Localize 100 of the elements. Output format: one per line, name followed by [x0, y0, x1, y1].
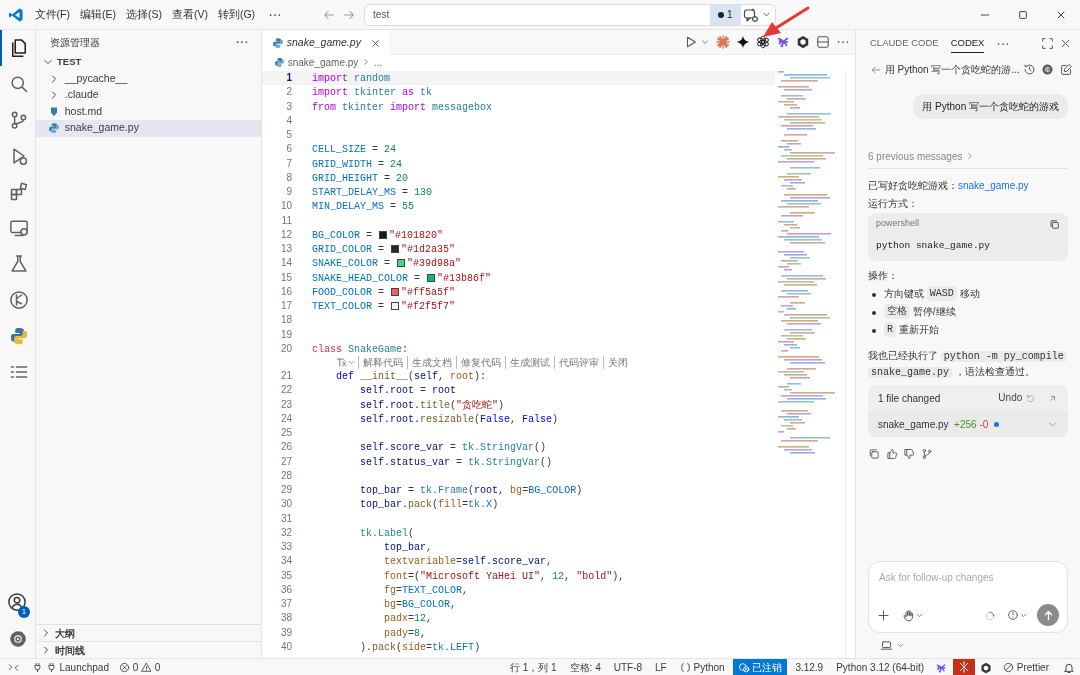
code-text: import tkinter as tk [312, 87, 433, 99]
caret-icon[interactable] [699, 37, 710, 47]
section-header[interactable]: 大纲 [36, 624, 261, 641]
color-swatch[interactable] [391, 287, 400, 296]
inline-code: snake_game.py [868, 366, 952, 378]
split-layout-icon[interactable] [815, 35, 830, 49]
hand-icon[interactable] [901, 608, 915, 622]
thumbs-down-icon[interactable] [903, 448, 915, 461]
status-item[interactable]: 3.12.9 [790, 658, 829, 675]
file-name[interactable]: snake_game.py [878, 416, 949, 432]
code-text: top_bar = tk.Frame(root, bg=BG_COLOR) [360, 485, 583, 496]
menu-item[interactable]: 选择(S) [120, 4, 167, 25]
line-number: 31 [279, 511, 292, 526]
branch-icon[interactable] [920, 448, 933, 461]
file-tree-item[interactable]: host.md [36, 103, 261, 120]
problems-button[interactable]: 0 0 [114, 658, 166, 675]
line-number: 3 [285, 99, 292, 114]
line-number: 1 [285, 71, 292, 85]
removed-count: -0 [979, 417, 989, 432]
line-number: 17 [279, 299, 292, 313]
copy-icon[interactable] [868, 448, 880, 461]
caret-icon[interactable] [895, 641, 905, 650]
codelens-link[interactable]: 修复代码 [456, 356, 505, 369]
extensions-icon [9, 182, 29, 202]
color-swatch[interactable] [379, 230, 388, 239]
command-center[interactable]: test 1 [364, 3, 777, 26]
status-item[interactable]: 行 1，列 1 [504, 658, 562, 675]
close-icon[interactable] [369, 37, 381, 49]
color-swatch[interactable] [391, 245, 400, 253]
folder-header[interactable]: TEST [36, 54, 261, 71]
codelens-link[interactable]: 关闭 [603, 356, 632, 369]
python-file-icon [48, 122, 60, 135]
line-number: 15 [279, 270, 292, 285]
status-item[interactable]: 空格: 4 [564, 658, 606, 675]
status-item[interactable]: LF [650, 658, 672, 675]
breadcrumb-item[interactable]: ... [373, 54, 383, 70]
line-number: 37 [279, 597, 292, 611]
hexagon-icon[interactable] [980, 661, 993, 674]
color-swatch[interactable] [391, 302, 400, 310]
add-icon[interactable] [877, 608, 890, 622]
account-icon[interactable] [7, 591, 27, 612]
fullscreen-icon[interactable] [1040, 37, 1054, 51]
source-control-icon [9, 110, 29, 130]
editor-tab[interactable]: snake_game.py [262, 30, 389, 55]
file-tree-item[interactable]: __pycache__ [36, 70, 261, 87]
color-swatch[interactable] [397, 259, 406, 268]
formatter-button[interactable]: Prettier [998, 658, 1054, 675]
reply-text: 方向键或 [884, 286, 924, 301]
panel-tab[interactable]: CODEX [950, 34, 985, 54]
menu-item[interactable]: 编辑(E) [74, 4, 121, 25]
code-text: tk.Label( [360, 527, 415, 539]
status-item[interactable]: Python 3.12 (64-bit) [831, 658, 929, 675]
line-number: 23 [279, 397, 292, 412]
settings-icon[interactable] [1041, 63, 1055, 76]
codelens-link[interactable]: 解释代码 [358, 356, 407, 369]
undo-button[interactable]: Undo [998, 393, 1035, 404]
code-text: textvariable=self.score_var, [384, 556, 553, 568]
changes-indicator[interactable]: 1 [710, 4, 741, 25]
knot-icon[interactable] [755, 35, 770, 49]
breadcrumb-item[interactable]: snake_game.py [274, 54, 359, 70]
file-link[interactable]: snake_game.py [958, 179, 1029, 191]
asterisk-icon[interactable] [715, 35, 730, 49]
message-input[interactable]: Ask for follow-up changes [877, 568, 1059, 596]
file-tree-item[interactable]: .claude [36, 87, 261, 104]
translate-icon[interactable] [336, 357, 347, 368]
hexagon-icon[interactable] [795, 35, 810, 49]
section-header[interactable]: 时间线 [36, 641, 261, 658]
swirl-icon[interactable] [934, 661, 947, 674]
model-icon[interactable] [1007, 609, 1020, 621]
file-tree-item[interactable]: snake_game.py [36, 120, 261, 137]
codelens-link[interactable]: 代码评审 [554, 356, 603, 369]
edit-icon[interactable] [1059, 63, 1073, 76]
chat-icon[interactable] [743, 6, 760, 23]
language-button[interactable]: Python [674, 658, 730, 675]
bell-icon[interactable] [1062, 661, 1075, 674]
swirl-icon[interactable] [775, 35, 790, 49]
sparkle-icon[interactable] [735, 35, 750, 49]
menu-item[interactable]: 转到(G) [212, 4, 261, 25]
changes-summary: 1 file changed [878, 391, 941, 406]
line-number: 13 [279, 242, 292, 256]
previous-messages-link[interactable]: 6 previous messages [868, 148, 963, 164]
extension-button[interactable] [952, 658, 975, 675]
copy-icon[interactable] [1049, 218, 1060, 230]
codelens-link[interactable]: 生成文档 [407, 356, 456, 369]
color-swatch[interactable] [427, 273, 436, 282]
menu-item[interactable]: 查看(V) [166, 4, 213, 25]
error-icon [119, 661, 130, 673]
menu-item[interactable]: 文件(F) [29, 4, 75, 25]
launchpad-button[interactable]: Launchpad [27, 658, 114, 675]
account-button[interactable]: 已注销 [732, 658, 788, 675]
code-text: MIN_DELAY_MS = 55 [312, 201, 415, 213]
codelens-link[interactable]: 生成测试 [505, 356, 554, 369]
panel-tab[interactable]: CLAUDE CODE [870, 34, 939, 54]
send-button[interactable] [1037, 604, 1059, 626]
laptop-icon[interactable] [880, 639, 893, 652]
composer-box[interactable]: Ask for follow-up changes [868, 561, 1068, 633]
status-item[interactable]: UTF-8 [608, 658, 648, 675]
history-icon[interactable] [1022, 63, 1036, 76]
settings-icon[interactable] [7, 629, 28, 649]
thumbs-up-icon[interactable] [885, 448, 898, 461]
